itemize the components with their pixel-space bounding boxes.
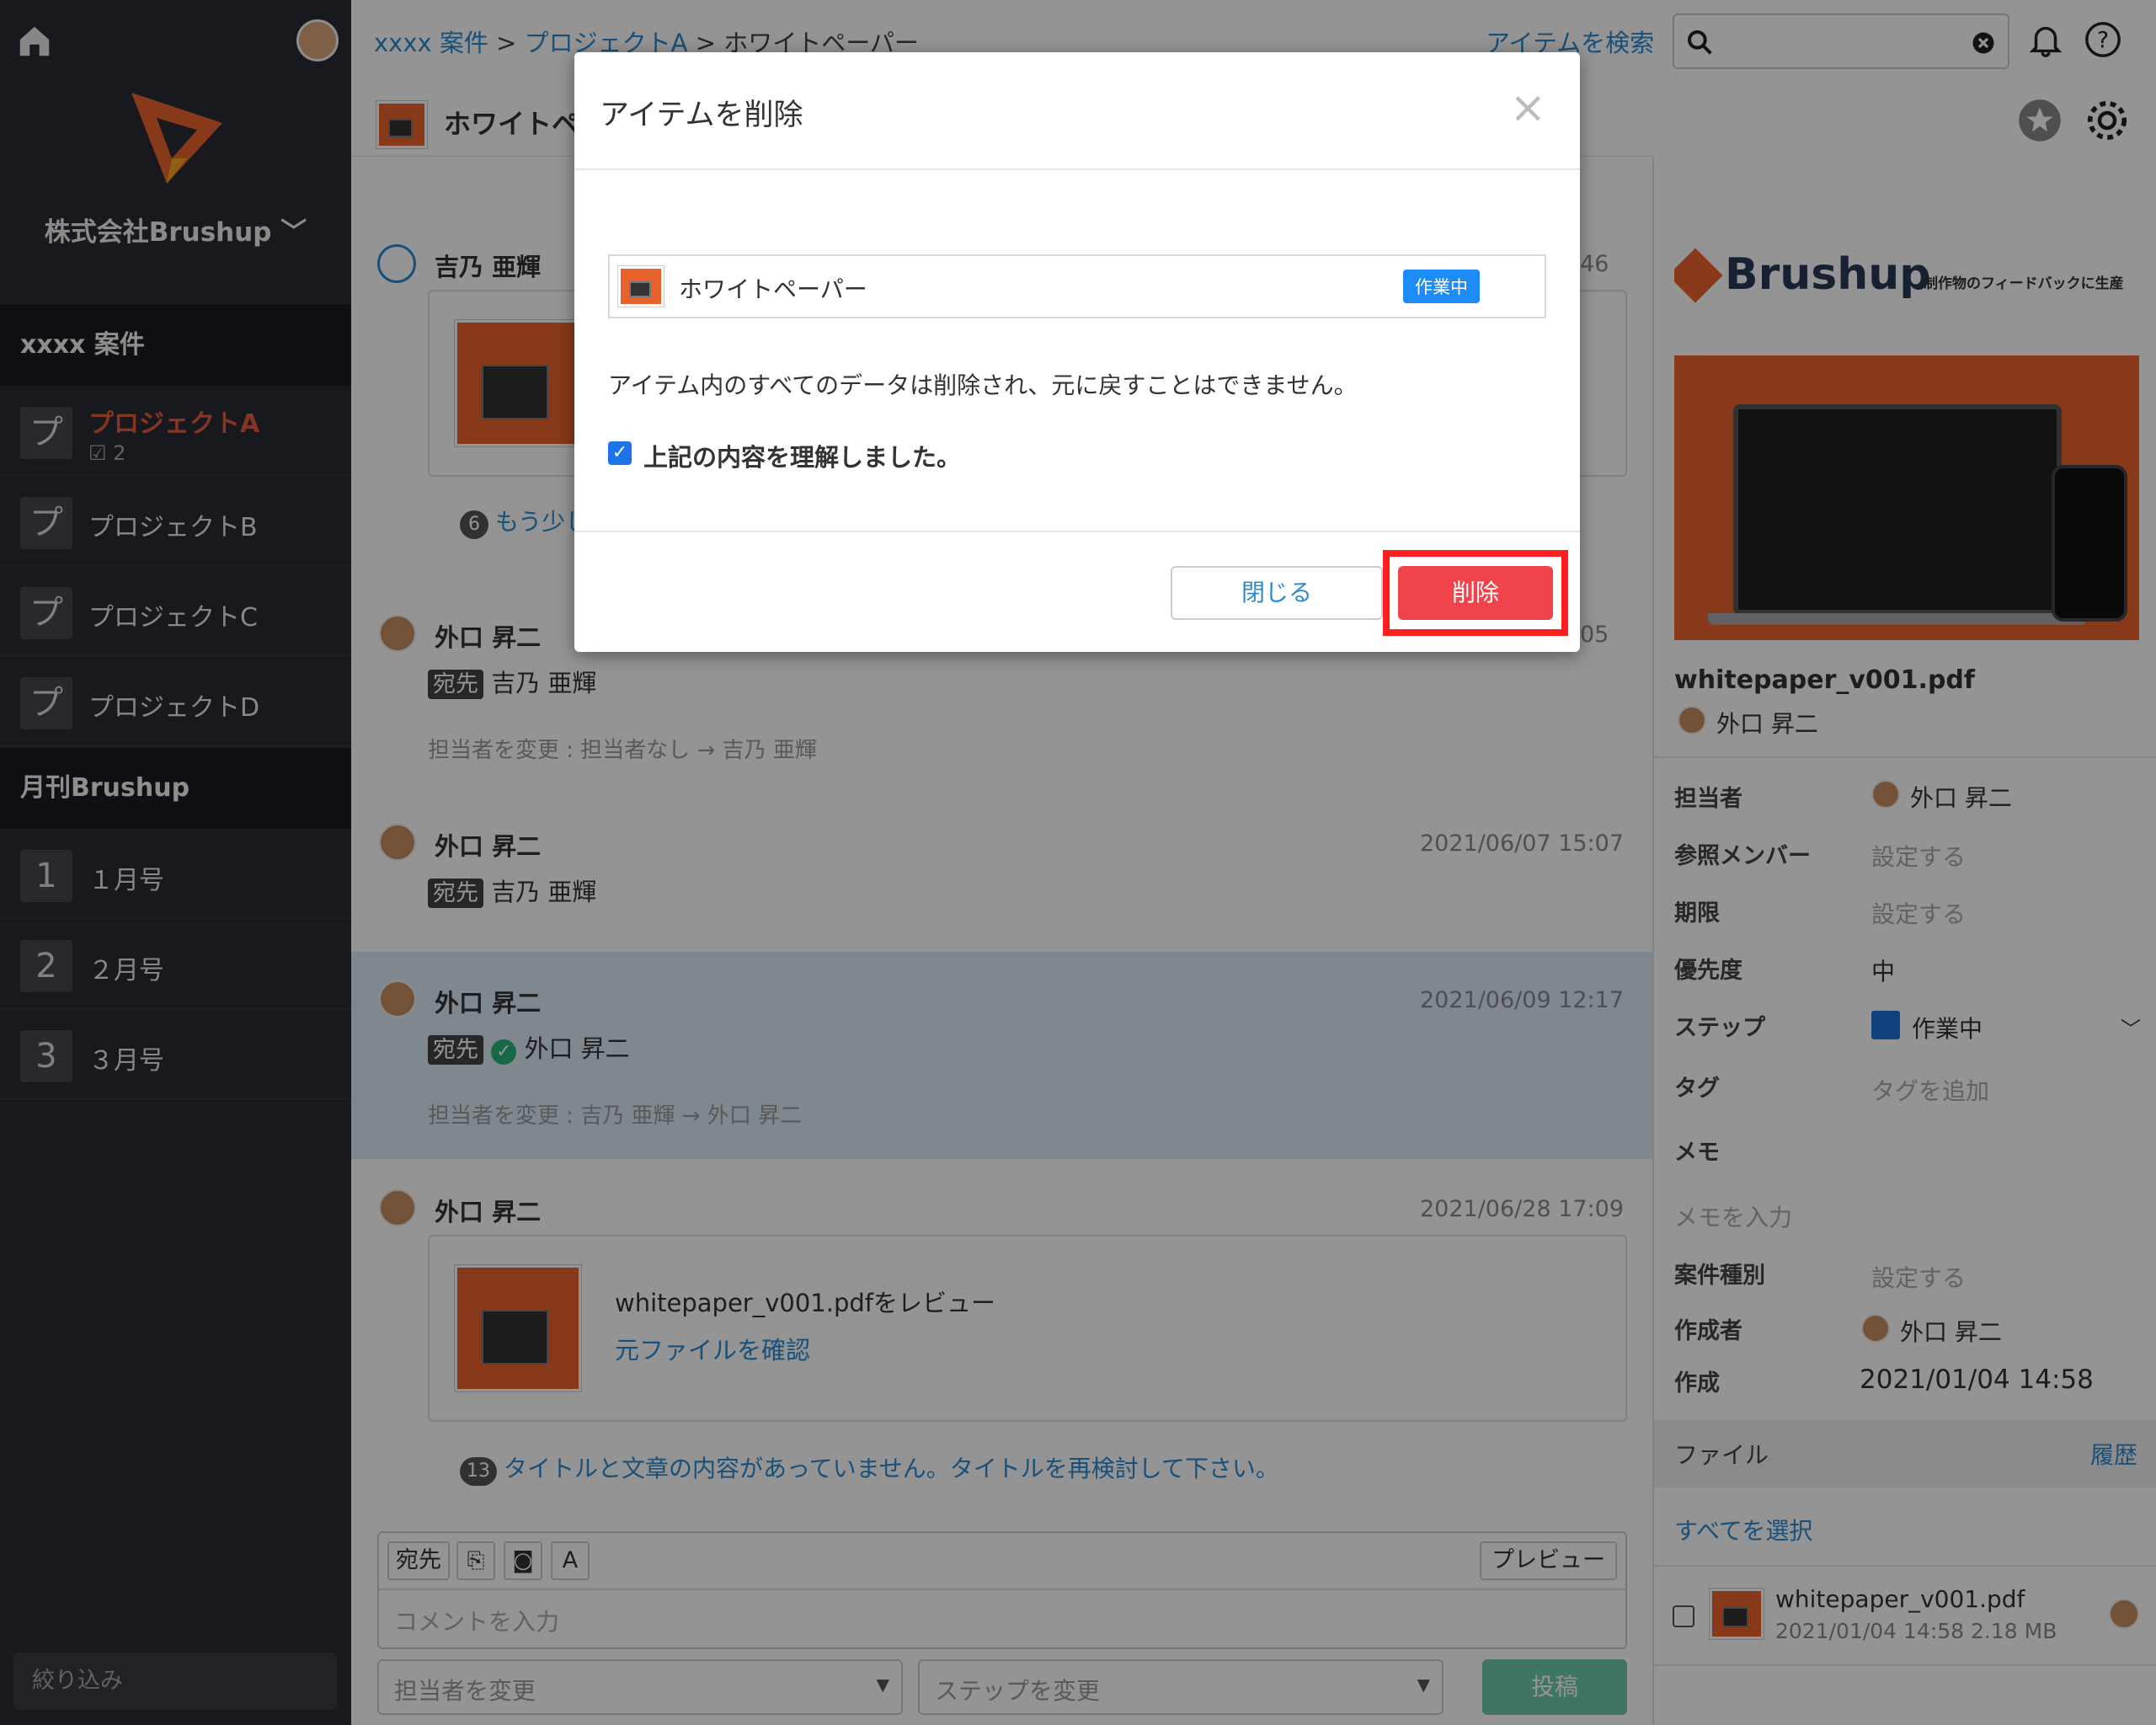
target-item-name: ホワイトペーパー xyxy=(679,275,867,303)
confirm-checkbox[interactable]: ✓ xyxy=(608,441,632,465)
confirm-label[interactable]: 上記の内容を理解しました。 xyxy=(643,438,961,473)
dialog-title: アイテムを削除 xyxy=(600,99,803,132)
item-thumbnail xyxy=(618,266,664,307)
status-badge: 作業中 xyxy=(1403,270,1480,303)
delete-button[interactable]: 削除 xyxy=(1398,566,1553,620)
warning-text: アイテム内のすべてのデータは削除され、元に戻すことはできません。 xyxy=(608,371,1358,399)
close-icon[interactable]: × xyxy=(1509,86,1546,130)
divider xyxy=(574,531,1580,532)
delete-item-dialog: アイテムを削除 × ホワイトペーパー 作業中 アイテム内のすべてのデータは削除さ… xyxy=(574,52,1580,652)
target-item: ホワイトペーパー 作業中 xyxy=(608,254,1546,318)
divider xyxy=(574,168,1580,170)
close-button[interactable]: 閉じる xyxy=(1171,566,1383,620)
